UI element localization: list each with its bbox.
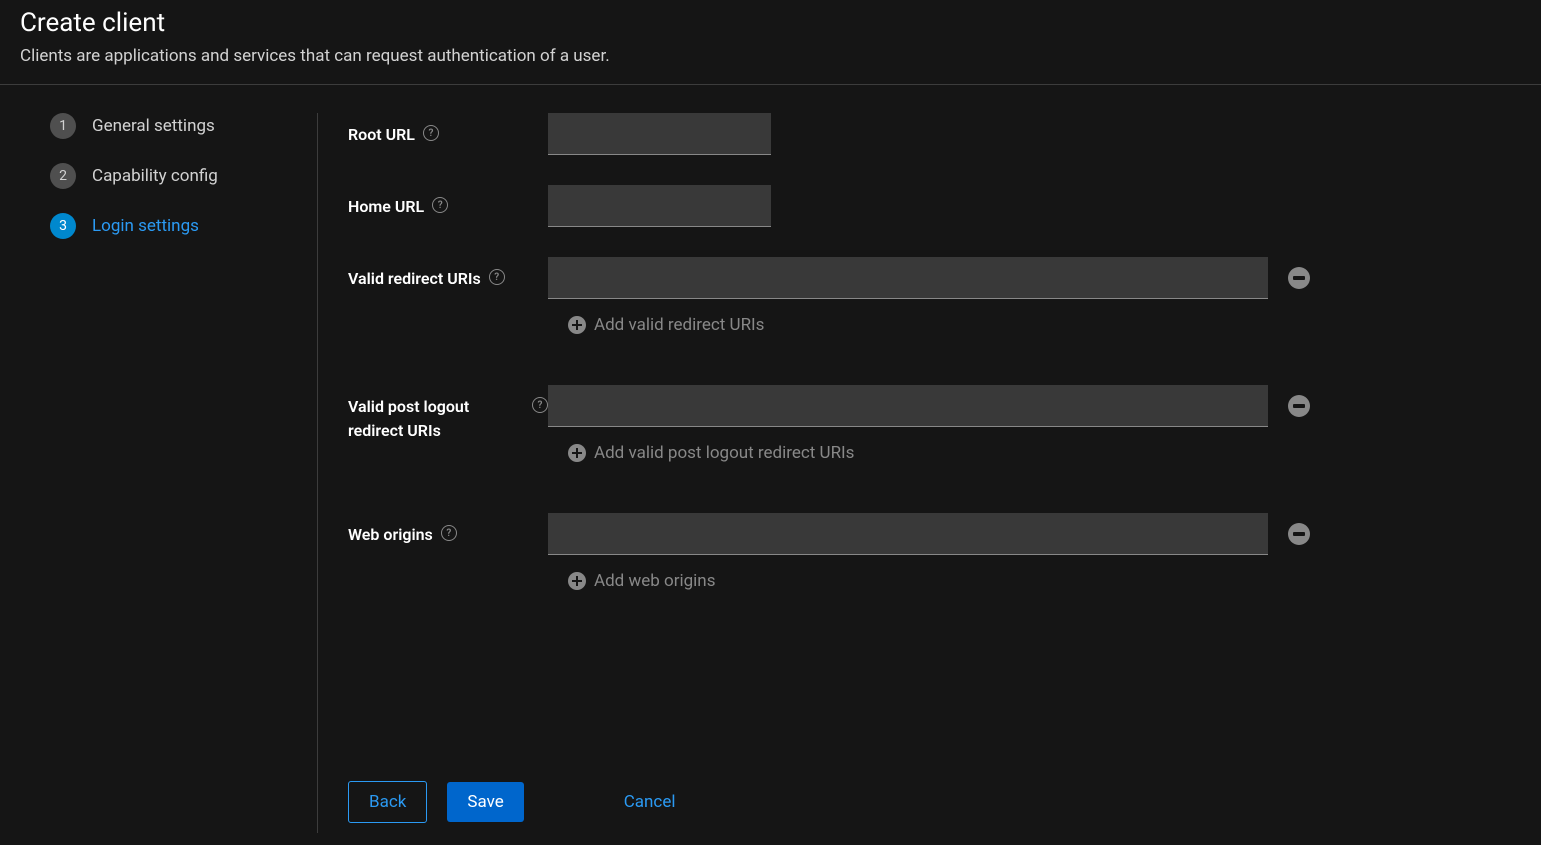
help-icon[interactable]: ?: [432, 197, 448, 213]
redirect-uri-input[interactable]: [548, 257, 1268, 299]
remove-web-origin-button[interactable]: [1288, 523, 1310, 545]
save-button[interactable]: Save: [447, 782, 523, 822]
home-url-input[interactable]: [548, 185, 771, 227]
page-title: Create client: [20, 8, 1521, 38]
home-url-group: Home URL ?: [348, 185, 1341, 227]
help-icon[interactable]: ?: [532, 397, 548, 413]
plus-icon: [568, 316, 586, 334]
root-url-label: Root URL ?: [348, 113, 548, 155]
form-actions: Back Save Cancel: [348, 681, 1341, 833]
step-capability-config[interactable]: 2 Capability config: [50, 163, 317, 189]
redirect-uris-group: Valid redirect URIs ? Add valid redirect…: [348, 257, 1341, 335]
plus-icon: [568, 572, 586, 590]
redirect-uris-label: Valid redirect URIs ?: [348, 257, 548, 335]
root-url-input[interactable]: [548, 113, 771, 155]
step-label: Login settings: [92, 216, 199, 236]
minus-icon: [1293, 276, 1305, 280]
login-settings-form: Root URL ? Home URL ? Valid redirect URI…: [318, 113, 1541, 833]
step-number-badge: 2: [50, 163, 76, 189]
help-icon[interactable]: ?: [441, 525, 457, 541]
post-logout-uri-input[interactable]: [548, 385, 1268, 427]
cancel-button[interactable]: Cancel: [604, 782, 696, 822]
root-url-group: Root URL ?: [348, 113, 1341, 155]
plus-icon: [568, 444, 586, 462]
help-icon[interactable]: ?: [423, 125, 439, 141]
remove-post-logout-uri-button[interactable]: [1288, 395, 1310, 417]
home-url-label: Home URL ?: [348, 185, 548, 227]
page-description: Clients are applications and services th…: [20, 46, 1521, 66]
step-label: Capability config: [92, 166, 218, 186]
step-label: General settings: [92, 116, 215, 136]
add-web-origin-button[interactable]: Add web origins: [568, 571, 1341, 591]
step-number-badge: 3: [50, 213, 76, 239]
help-icon[interactable]: ?: [489, 269, 505, 285]
minus-icon: [1293, 404, 1305, 408]
wizard-steps-nav: 1 General settings 2 Capability config 3…: [0, 113, 318, 833]
add-post-logout-uri-button[interactable]: Add valid post logout redirect URIs: [568, 443, 1341, 463]
back-button[interactable]: Back: [348, 781, 427, 823]
web-origins-group: Web origins ? Add web origins: [348, 513, 1341, 591]
step-login-settings[interactable]: 3 Login settings: [50, 213, 317, 239]
web-origins-label: Web origins ?: [348, 513, 548, 591]
remove-redirect-uri-button[interactable]: [1288, 267, 1310, 289]
page-header: Create client Clients are applications a…: [0, 0, 1541, 85]
page-content: 1 General settings 2 Capability config 3…: [0, 85, 1541, 833]
web-origin-input[interactable]: [548, 513, 1268, 555]
post-logout-uris-label: Valid post logout redirect URIs ?: [348, 385, 548, 463]
step-number-badge: 1: [50, 113, 76, 139]
post-logout-uris-group: Valid post logout redirect URIs ? Add va…: [348, 385, 1341, 463]
add-redirect-uri-button[interactable]: Add valid redirect URIs: [568, 315, 1341, 335]
minus-icon: [1293, 532, 1305, 536]
step-general-settings[interactable]: 1 General settings: [50, 113, 317, 139]
